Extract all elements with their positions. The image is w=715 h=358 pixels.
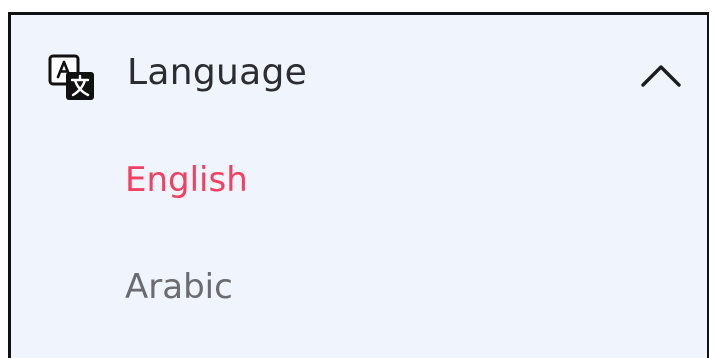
- language-option-arabic[interactable]: Arabic: [125, 265, 233, 309]
- language-option-english[interactable]: English: [125, 158, 248, 202]
- translate-icon: [48, 54, 94, 100]
- language-header-label: Language: [127, 52, 308, 93]
- language-section-header[interactable]: Language: [11, 15, 707, 135]
- chevron-up-icon[interactable]: [637, 60, 685, 90]
- language-panel: Language English Arabic: [8, 12, 709, 358]
